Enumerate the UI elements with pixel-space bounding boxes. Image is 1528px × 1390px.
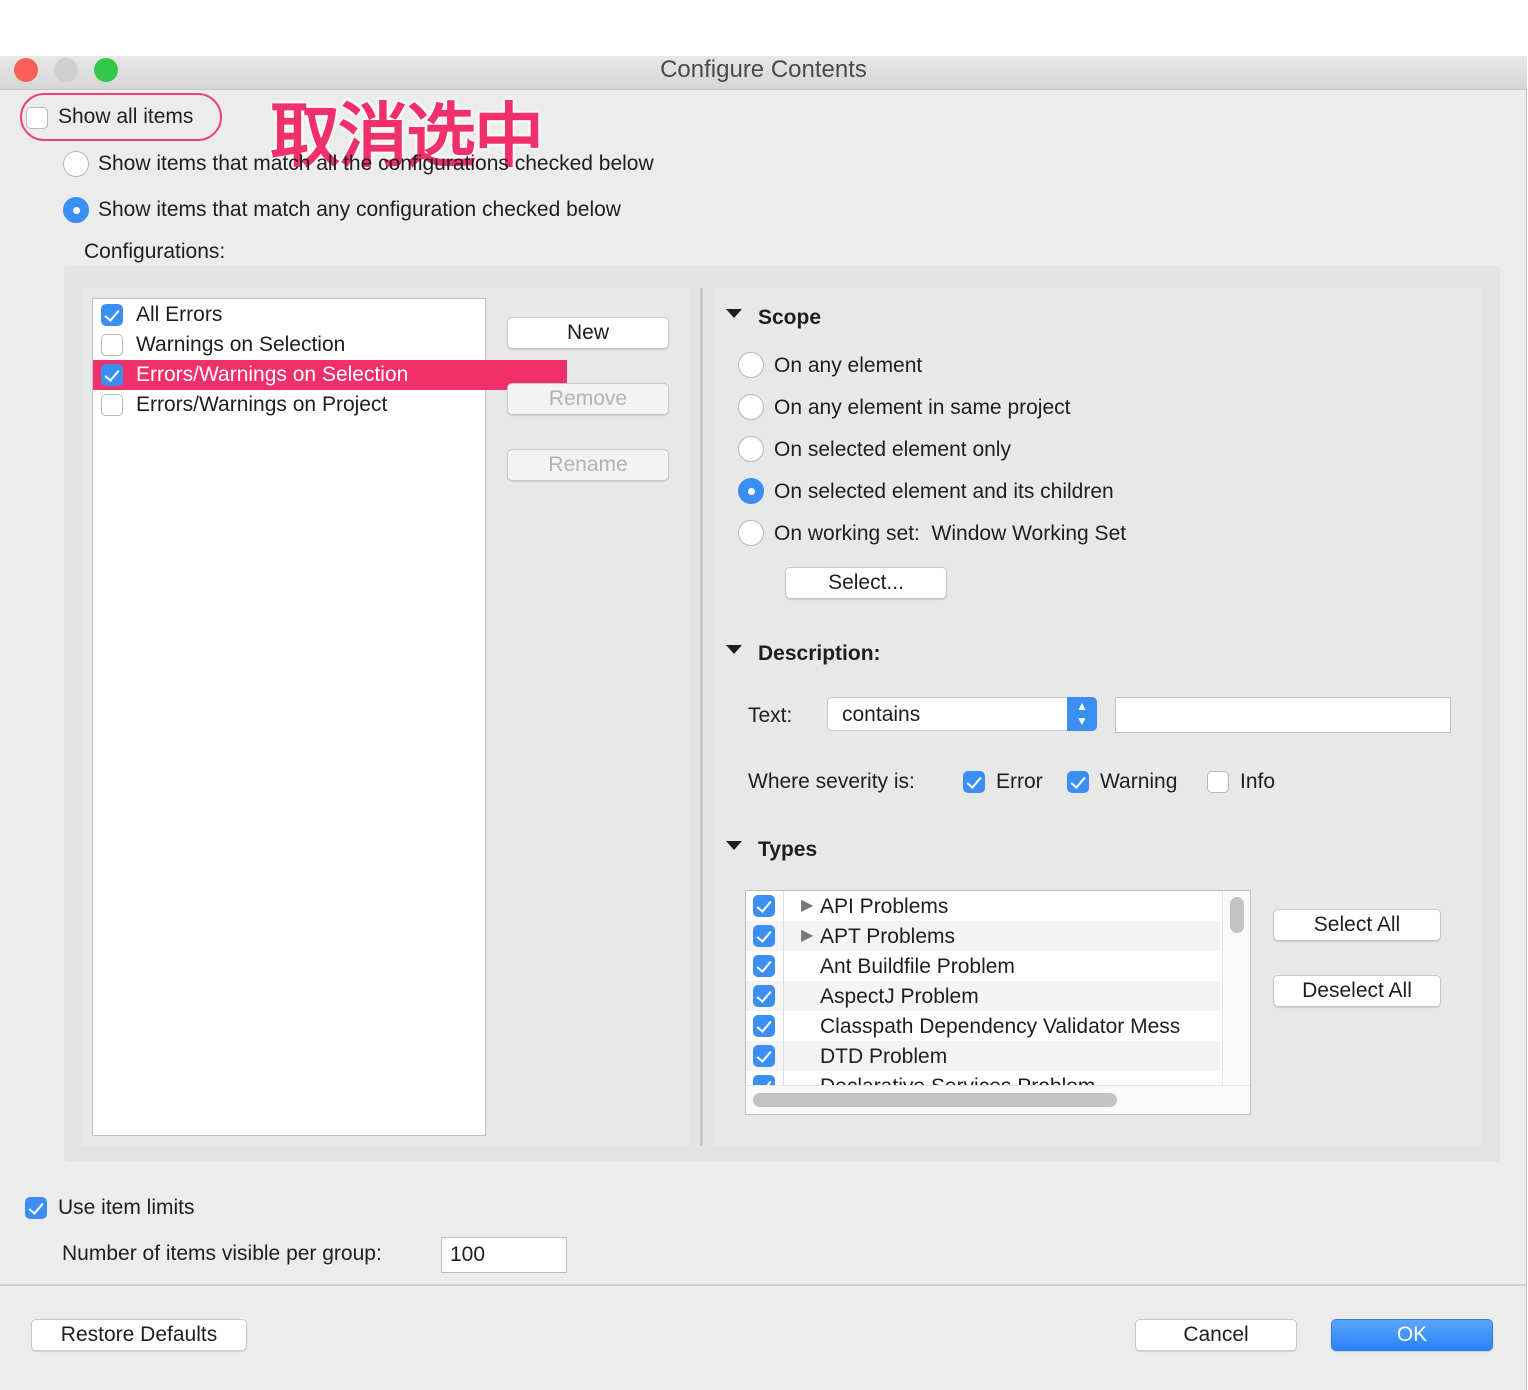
type-label: DTD Problem	[820, 1045, 948, 1068]
text-operator-value: contains	[842, 703, 921, 726]
rename-button[interactable]: Rename	[507, 449, 669, 481]
sash[interactable]	[700, 288, 703, 1146]
type-checkbox[interactable]	[753, 1015, 775, 1037]
description-collapse-icon[interactable]	[726, 645, 742, 654]
type-item[interactable]: Declarative Services Problem	[746, 1071, 1221, 1085]
scope-option-radio[interactable]	[738, 436, 764, 462]
severity-info-checkbox[interactable]	[1207, 771, 1229, 793]
types-list[interactable]: ▶ API Problems ▶ APT Problems Ant Buildfile …	[745, 890, 1251, 1115]
configuration-label: Errors/Warnings on Project	[136, 393, 388, 416]
types-collapse-icon[interactable]	[726, 841, 742, 850]
scope-option-label: On working set: Window Working Set	[774, 522, 1127, 545]
scope-option-label: On any element	[774, 354, 923, 377]
severity-warning-checkbox[interactable]	[1067, 771, 1089, 793]
text-filter-input[interactable]	[1115, 697, 1451, 733]
configuration-item[interactable]: Errors/Warnings on Selection	[93, 360, 567, 390]
text-label: Text:	[748, 704, 793, 727]
items-per-group-input[interactable]: 100	[441, 1237, 567, 1273]
configuration-checkbox[interactable]	[101, 394, 123, 416]
vertical-scrollbar[interactable]	[1222, 891, 1250, 1085]
configuration-checkbox[interactable]	[101, 334, 123, 356]
scrollbar-thumb[interactable]	[753, 1093, 1117, 1107]
types-title: Types	[758, 838, 818, 861]
deselect-all-button[interactable]: Deselect All	[1273, 975, 1441, 1007]
type-item[interactable]: ▶ APT Problems	[746, 921, 1221, 951]
expand-triangle-icon[interactable]: ▶	[801, 895, 813, 915]
type-label: APT Problems	[820, 925, 955, 948]
window-title: Configure Contents	[660, 56, 867, 83]
type-checkbox[interactable]	[753, 1075, 775, 1085]
type-item[interactable]: AspectJ Problem	[746, 981, 1221, 1011]
type-label: Ant Buildfile Problem	[820, 955, 1015, 978]
horizontal-scrollbar[interactable]	[746, 1085, 1250, 1114]
remove-button[interactable]: Remove	[507, 383, 669, 415]
severity-label: Where severity is:	[748, 770, 915, 793]
use-item-limits-label: Use item limits	[58, 1196, 195, 1219]
configurations-list[interactable]: All Errors Warnings on Selection Errors/Wa…	[92, 298, 567, 1136]
ok-button[interactable]: OK	[1331, 1319, 1493, 1351]
match-any-label: Show items that match any configuration …	[98, 198, 621, 221]
select-all-button[interactable]: Select All	[1273, 909, 1441, 941]
cancel-button[interactable]: Cancel	[1135, 1319, 1297, 1351]
expand-triangle-icon[interactable]: ▶	[801, 925, 813, 945]
new-button[interactable]: New	[507, 317, 669, 349]
severity-warning-label: Warning	[1100, 770, 1178, 793]
configuration-item[interactable]: All Errors	[93, 300, 567, 330]
select-working-set-button[interactable]: Select...	[785, 567, 947, 599]
show-all-checkbox[interactable]	[26, 107, 48, 129]
match-all-radio[interactable]	[63, 151, 89, 177]
configuration-checkbox[interactable]	[101, 304, 123, 326]
type-item[interactable]: DTD Problem	[746, 1041, 1221, 1071]
severity-error-label: Error	[996, 770, 1043, 793]
type-checkbox[interactable]	[753, 985, 775, 1007]
configuration-label: Errors/Warnings on Selection	[136, 363, 409, 386]
scope-option-label: On any element in same project	[774, 396, 1071, 419]
configurations-label: Configurations:	[84, 240, 226, 263]
configuration-item[interactable]: Warnings on Selection	[93, 330, 567, 360]
scope-option-radio[interactable]	[738, 352, 764, 378]
type-checkbox[interactable]	[753, 955, 775, 977]
scope-collapse-icon[interactable]	[726, 309, 742, 318]
configuration-label: All Errors	[136, 303, 223, 326]
configuration-item[interactable]: Errors/Warnings on Project	[93, 390, 567, 420]
severity-error-checkbox[interactable]	[963, 771, 985, 793]
show-all-label: Show all items	[58, 105, 194, 128]
match-all-label: Show items that match all the configurat…	[98, 152, 654, 175]
scope-option-radio[interactable]	[738, 520, 764, 546]
scope-option-radio[interactable]	[738, 478, 764, 504]
chevron-updown-icon: ▲ ▼	[1067, 697, 1097, 731]
type-checkbox[interactable]	[753, 895, 775, 917]
type-checkbox[interactable]	[753, 1045, 775, 1067]
configuration-checkbox[interactable]	[101, 364, 123, 386]
restore-defaults-button[interactable]: Restore Defaults	[31, 1319, 247, 1351]
type-item[interactable]: Classpath Dependency Validator Mess	[746, 1011, 1221, 1041]
match-any-radio[interactable]	[63, 197, 89, 223]
items-per-group-label: Number of items visible per group:	[62, 1242, 382, 1265]
type-label: API Problems	[820, 895, 949, 918]
scope-title: Scope	[758, 306, 822, 329]
scope-option-radio[interactable]	[738, 394, 764, 420]
scope-option-label: On selected element only	[774, 438, 1011, 461]
use-item-limits-checkbox[interactable]	[25, 1197, 47, 1219]
footer-divider	[0, 1284, 1527, 1286]
severity-info-label: Info	[1240, 770, 1276, 793]
scope-option-label: On selected element and its children	[774, 480, 1114, 503]
scrollbar-thumb[interactable]	[1230, 897, 1244, 933]
type-item[interactable]: ▶ API Problems	[746, 891, 1221, 921]
type-label: Declarative Services Problem	[820, 1075, 1095, 1085]
text-operator-select[interactable]: contains ▲ ▼	[827, 697, 1097, 731]
type-checkbox[interactable]	[753, 925, 775, 947]
description-title: Description:	[758, 642, 881, 665]
configuration-label: Warnings on Selection	[136, 333, 346, 356]
type-label: Classpath Dependency Validator Mess	[820, 1015, 1181, 1038]
type-item[interactable]: Ant Buildfile Problem	[746, 951, 1221, 981]
type-label: AspectJ Problem	[820, 985, 979, 1008]
